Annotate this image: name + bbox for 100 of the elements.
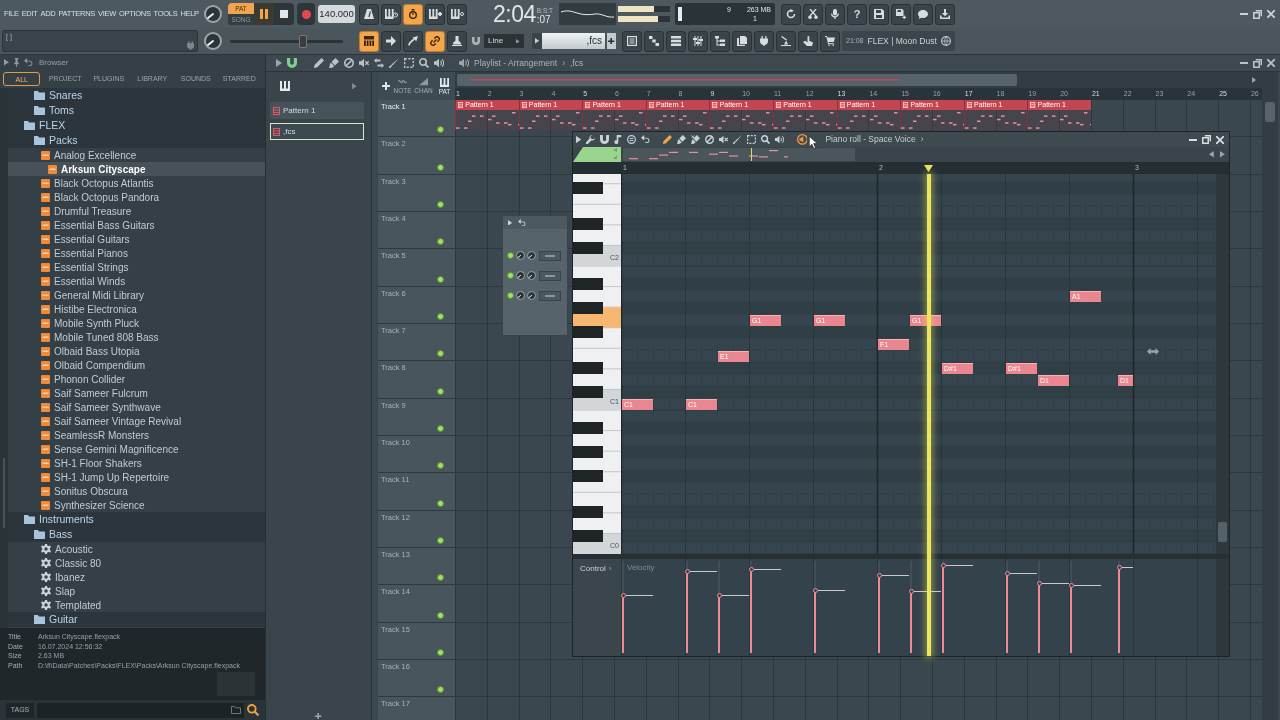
faders-button[interactable] <box>688 30 708 52</box>
knob-icon[interactable] <box>527 291 536 300</box>
speaker-circle-icon[interactable] <box>796 134 808 145</box>
download-button[interactable] <box>935 3 955 25</box>
led-icon[interactable] <box>437 499 444 507</box>
tree-item[interactable]: Ibanez <box>8 570 265 584</box>
stopwatch-button[interactable] <box>403 3 423 25</box>
tree-item[interactable]: Bass <box>8 527 265 542</box>
panel-lines-button[interactable] <box>622 30 642 52</box>
led-icon[interactable] <box>507 272 514 279</box>
prohibited-icon[interactable] <box>344 58 354 68</box>
wave-icon[interactable] <box>398 78 407 86</box>
velocity-handle[interactable] <box>620 592 653 598</box>
comb-icon[interactable] <box>440 77 449 87</box>
plus-icon[interactable] <box>315 712 322 719</box>
mixer-slot-icon[interactable] <box>539 250 561 261</box>
tree-item[interactable]: Guitar <box>8 612 265 627</box>
comb-clock-button[interactable] <box>381 3 401 25</box>
caret-icon[interactable] <box>276 59 282 67</box>
pattern-item[interactable]: ,fcs <box>270 123 364 140</box>
refresh-button[interactable] <box>781 3 801 25</box>
speaker-icon[interactable] <box>459 58 469 68</box>
velocity-handle[interactable] <box>1068 583 1101 589</box>
led-icon[interactable] <box>437 238 444 246</box>
folder-icon[interactable] <box>231 706 241 714</box>
play-pause-button[interactable] <box>254 3 274 25</box>
rows-button[interactable] <box>666 30 686 52</box>
tree-item[interactable]: FLEX <box>8 118 265 133</box>
led-icon[interactable] <box>437 424 444 432</box>
undo-icon[interactable] <box>24 58 33 67</box>
velocity-handle[interactable] <box>1036 580 1069 586</box>
tempo-display[interactable]: 140.000 <box>318 5 355 23</box>
tree-item[interactable]: SH-1 Jump Up Repertoire <box>8 470 265 484</box>
velocity-handle[interactable] <box>876 573 909 579</box>
led-icon[interactable] <box>437 312 444 320</box>
velocity-handle[interactable] <box>1004 571 1037 577</box>
tree-item[interactable]: SeamlessR Monsters <box>8 428 265 442</box>
speaker-icon[interactable] <box>774 135 784 144</box>
tree-item[interactable]: Drumful Treasure <box>8 204 265 218</box>
tree-item[interactable]: Olbaid Bass Utopia <box>8 344 265 358</box>
circle-lines-icon[interactable] <box>626 135 636 144</box>
knob-icon[interactable] <box>527 251 536 260</box>
undo-icon[interactable] <box>518 218 527 227</box>
prohibited-icon[interactable] <box>704 135 714 144</box>
led-icon[interactable] <box>437 126 444 134</box>
tree-item[interactable]: Essential Guitars <box>8 232 265 246</box>
lane-label[interactable]: Control <box>580 564 606 574</box>
led-icon[interactable] <box>437 387 444 395</box>
comb-loop-button[interactable] <box>447 3 467 25</box>
tree-item[interactable]: Histibe Electronica <box>8 302 265 316</box>
breadcrumb-pattern[interactable]: ,fcs <box>570 56 584 70</box>
curved-arrow-button[interactable] <box>403 30 423 52</box>
tree-item[interactable]: Essential Bass Guitars <box>8 218 265 232</box>
tree-item[interactable]: Essential Winds <box>8 274 265 288</box>
tree-item[interactable]: Mobile Tuned 808 Bass <box>8 330 265 344</box>
tree-item[interactable]: Acoustic <box>8 542 265 556</box>
tree-item[interactable]: Saif Sameer Vintage Revival <box>8 414 265 428</box>
led-icon[interactable] <box>437 686 444 694</box>
led-icon[interactable] <box>437 350 444 358</box>
knob-icon[interactable] <box>527 271 536 280</box>
documents-button[interactable] <box>732 30 752 52</box>
led-icon[interactable] <box>437 611 444 619</box>
caret-left-icon[interactable] <box>1209 151 1215 158</box>
tree-item[interactable]: Mobile Synth Pluck <box>8 316 265 330</box>
swap-arrows-icon[interactable] <box>374 58 384 68</box>
brush-cross-icon[interactable] <box>690 135 700 144</box>
news-headline[interactable]: FLEX | Moon Dust <box>867 34 937 48</box>
undo-icon[interactable] <box>640 135 650 144</box>
close-icon[interactable] <box>1267 10 1275 18</box>
search-icon[interactable] <box>247 704 259 716</box>
restore-icon[interactable] <box>1253 58 1262 68</box>
caret-right-icon[interactable] <box>1220 151 1225 158</box>
led-icon[interactable] <box>437 536 444 544</box>
pencil-icon[interactable] <box>662 135 672 144</box>
knob-icon[interactable] <box>516 271 525 280</box>
comb-plus-button[interactable] <box>425 3 445 25</box>
knife-icon[interactable] <box>389 58 399 68</box>
close-icon[interactable] <box>1216 135 1224 144</box>
desk-lamp-button[interactable] <box>776 30 796 52</box>
velocity-handle[interactable] <box>716 592 749 598</box>
led-icon[interactable] <box>437 163 444 171</box>
metronome-button[interactable] <box>359 3 379 25</box>
led-icon[interactable] <box>437 201 444 208</box>
close-icon[interactable] <box>1267 59 1275 67</box>
tree-item[interactable]: SH-1 Floor Shakers <box>8 456 265 470</box>
caret-icon[interactable] <box>576 135 582 144</box>
plus-icon[interactable] <box>382 82 390 90</box>
steps-button[interactable] <box>644 30 664 52</box>
vertical-scrollbar[interactable] <box>1216 174 1229 554</box>
tree-item[interactable]: Sonitus Obscura <box>8 484 265 498</box>
tree-item[interactable]: Toms <box>8 103 265 118</box>
tree-item[interactable]: Essential Strings <box>8 260 265 274</box>
led-icon[interactable] <box>437 275 444 283</box>
tree-item[interactable]: Templated <box>8 598 265 612</box>
magnet-icon[interactable] <box>287 58 297 68</box>
magnet-icon[interactable] <box>472 37 480 45</box>
tree-item[interactable]: Essential Pianos <box>8 246 265 260</box>
velocity-handle[interactable] <box>748 566 781 572</box>
ramp-icon[interactable] <box>419 78 428 86</box>
save-button[interactable] <box>869 3 889 25</box>
